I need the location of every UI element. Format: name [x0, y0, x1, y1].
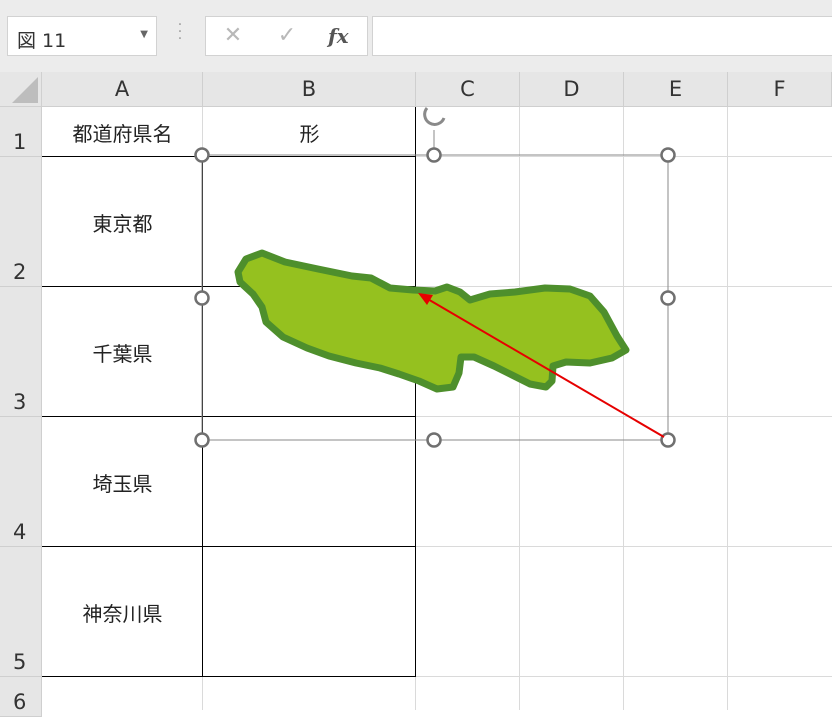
resize-handle-bottom-right[interactable]: [660, 432, 676, 448]
resize-handle-bottom-left[interactable]: [194, 432, 210, 448]
tokyo-shape-image[interactable]: [234, 249, 630, 393]
resize-handle-top-left[interactable]: [194, 147, 210, 163]
resize-handle-left[interactable]: [194, 290, 210, 306]
resize-handle-top-right[interactable]: [660, 147, 676, 163]
resize-handle-top[interactable]: [426, 147, 442, 163]
resize-handle-bottom[interactable]: [426, 432, 442, 448]
resize-handle-right[interactable]: [660, 290, 676, 306]
drawing-layer: [194, 107, 676, 448]
